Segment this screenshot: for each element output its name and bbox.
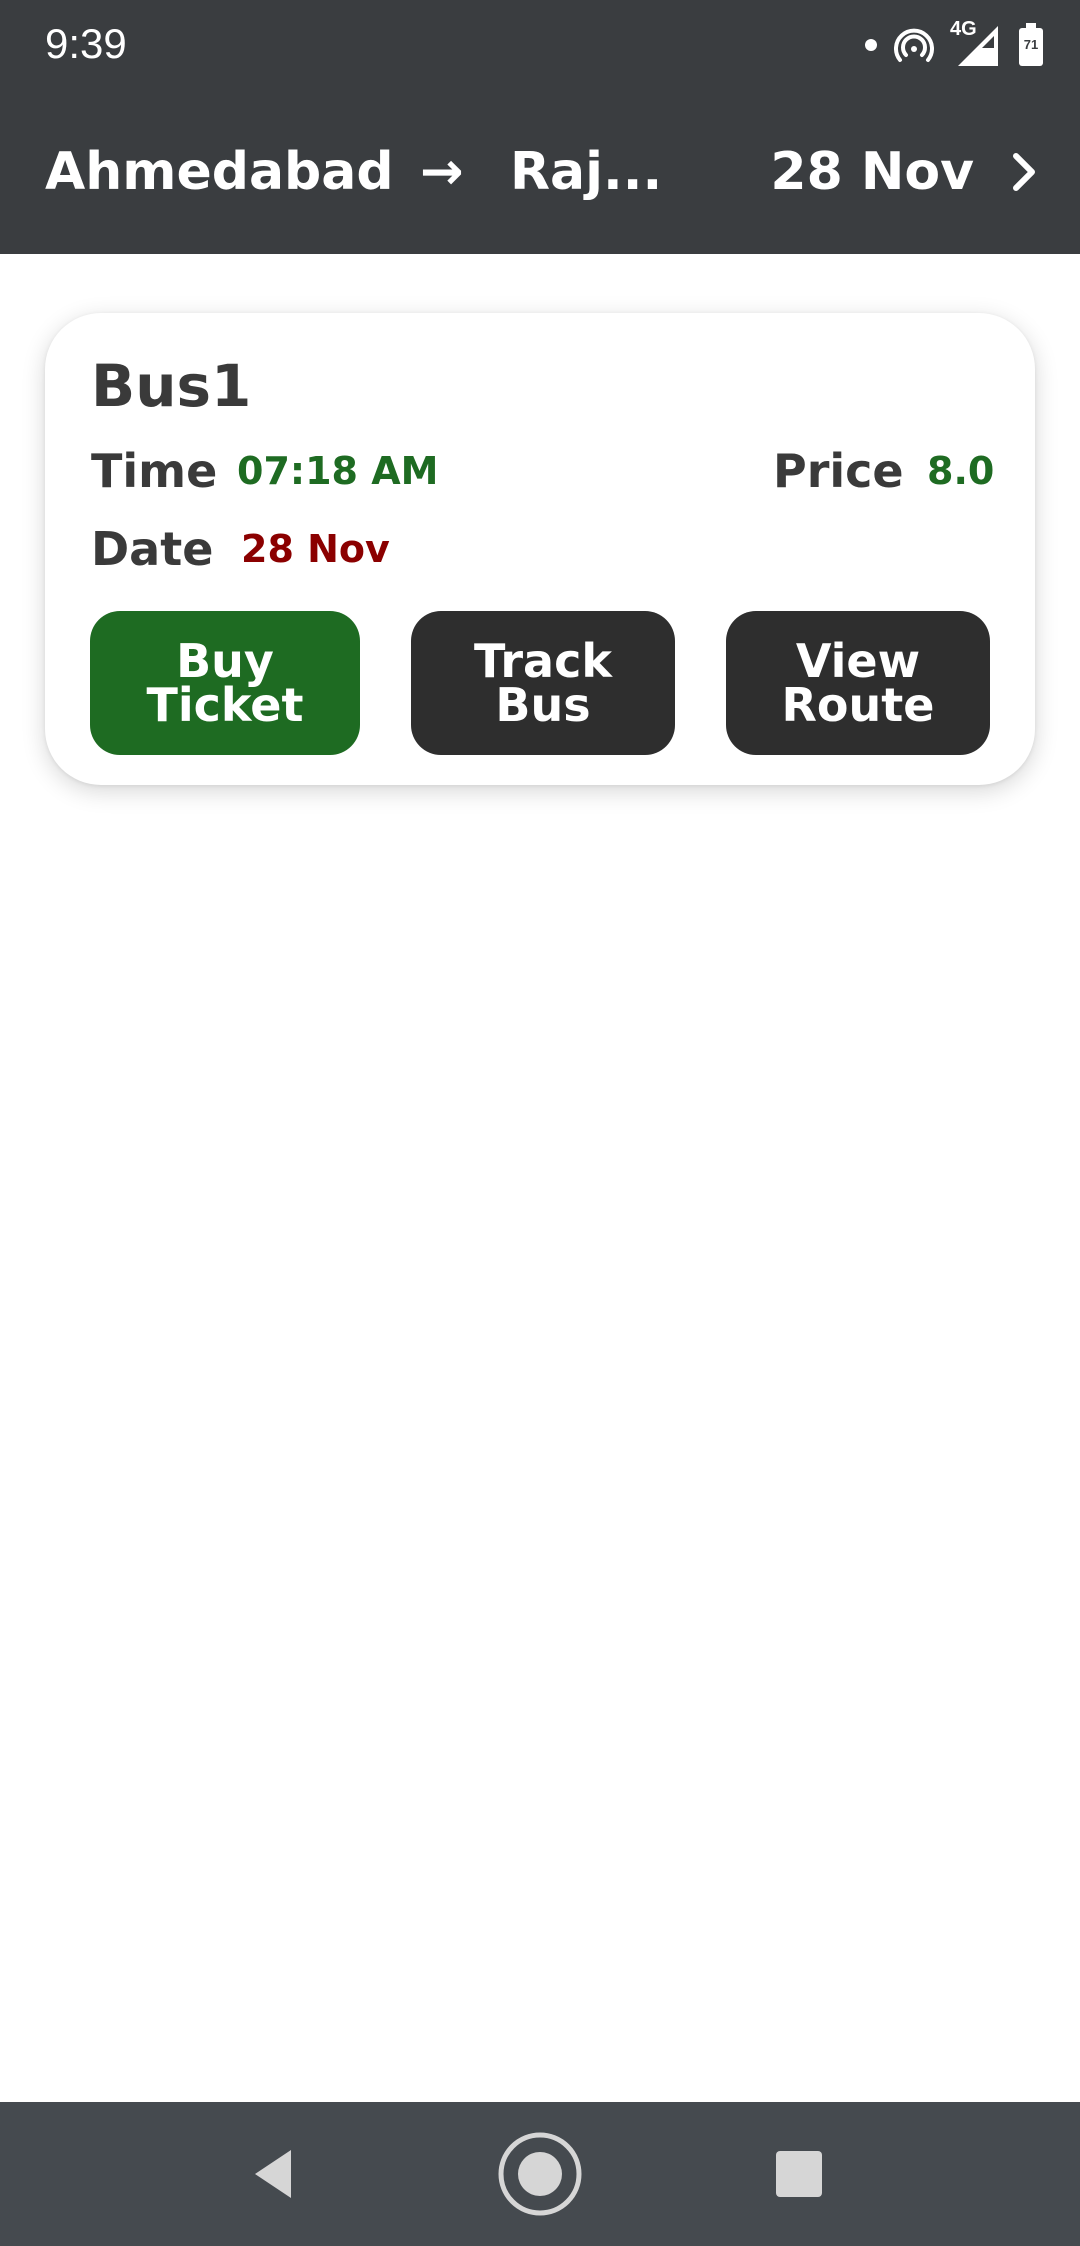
time-label: Time (91, 444, 218, 498)
navigation-bar (0, 2102, 1080, 2246)
track-bus-label-line2: Bus (495, 678, 591, 732)
view-route-label-line1: View (795, 634, 921, 688)
route-to: Raj... (510, 142, 663, 202)
time-value: 07:18 AM (237, 449, 439, 493)
back-icon[interactable] (230, 2129, 320, 2219)
track-bus-label-line1: Track (474, 634, 612, 688)
battery-level: 71 (1023, 37, 1039, 52)
bus-card: Bus1 Time 07:18 AM Price 8.0 Date 28 Nov… (45, 313, 1035, 785)
view-route-button[interactable]: View Route (726, 611, 990, 755)
route-header: Ahmedabad → Raj... 28 Nov (0, 90, 1080, 254)
status-bar: 9:39 4G 71 (0, 0, 1080, 90)
view-route-label-line2: Route (781, 678, 935, 732)
price-value: 8.0 (927, 449, 995, 493)
date-value: 28 Nov (241, 527, 390, 571)
date-label: Date (91, 522, 214, 576)
bus-name: Bus1 (91, 352, 252, 420)
buy-ticket-label-line1: Buy (176, 634, 274, 688)
status-icons: 4G 71 (864, 18, 1044, 70)
home-icon[interactable] (495, 2129, 585, 2219)
track-bus-button[interactable]: Track Bus (411, 611, 675, 755)
route-arrow-icon: → (420, 142, 464, 202)
header-date[interactable]: 28 Nov (770, 140, 974, 204)
battery-icon: 71 (1018, 23, 1044, 67)
hotspot-icon (894, 25, 934, 65)
chevron-right-icon[interactable] (1000, 148, 1048, 196)
status-time: 9:39 (45, 20, 127, 67)
buy-ticket-label-line2: Ticket (146, 678, 304, 732)
buy-ticket-button[interactable]: Buy Ticket (90, 611, 360, 755)
notification-dot-icon (864, 38, 878, 52)
route-from: Ahmedabad (45, 142, 394, 202)
recents-icon[interactable] (754, 2129, 844, 2219)
price-label: Price (773, 444, 904, 498)
signal-4g-icon: 4G (950, 18, 1002, 68)
